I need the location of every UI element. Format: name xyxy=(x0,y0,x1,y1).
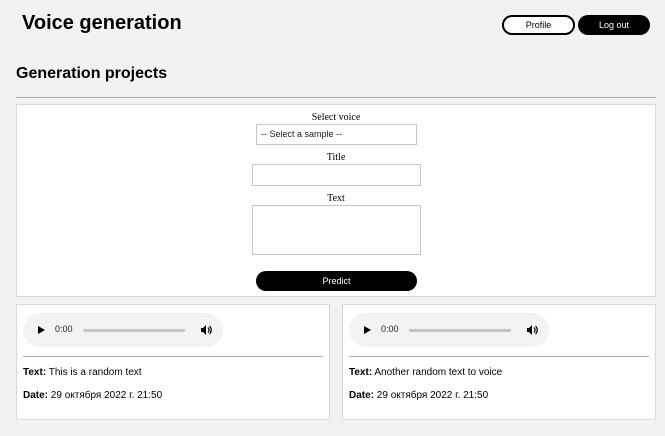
date-value: 29 октября 2022 г. 21:50 xyxy=(376,390,489,401)
audio-time: 0:00 xyxy=(381,324,399,334)
project-card: 0:00 Text: Another random text to voice … xyxy=(342,304,656,420)
project-card: 0:00 Text: This is a random text Date: 2… xyxy=(16,304,330,420)
card-divider xyxy=(23,356,323,357)
text-value: Another random text to voice xyxy=(374,367,503,378)
date-value: 29 октября 2022 г. 21:50 xyxy=(50,390,163,401)
text-key: Text: xyxy=(349,367,373,378)
audio-progress-slider[interactable] xyxy=(409,329,511,332)
text-label: Text xyxy=(327,193,345,204)
predict-button[interactable]: Predict xyxy=(256,271,417,291)
text-key: Text: xyxy=(23,367,47,378)
date-key: Date: xyxy=(23,390,49,401)
section-title: Generation projects xyxy=(16,65,168,82)
card-text: Text: This is a random text xyxy=(23,367,142,378)
text-textarea[interactable] xyxy=(252,205,421,255)
audio-time: 0:00 xyxy=(55,324,73,334)
title-label: Title xyxy=(326,152,346,163)
title-input[interactable] xyxy=(252,164,421,186)
voice-select[interactable]: -- Select a sample -- xyxy=(256,124,417,145)
generation-form: Select voice -- Select a sample -- Title… xyxy=(16,104,656,297)
card-text: Text: Another random text to voice xyxy=(349,367,502,378)
date-key: Date: xyxy=(349,390,375,401)
volume-icon[interactable] xyxy=(200,324,212,336)
card-date: Date: 29 октября 2022 г. 21:50 xyxy=(349,390,488,401)
play-icon[interactable] xyxy=(364,326,371,334)
card-date: Date: 29 октября 2022 г. 21:50 xyxy=(23,390,162,401)
audio-player: 0:00 xyxy=(23,313,223,347)
audio-player: 0:00 xyxy=(349,313,549,347)
voice-label: Select voice xyxy=(311,112,361,123)
text-value: This is a random text xyxy=(48,367,142,378)
profile-button[interactable]: Profile xyxy=(502,15,575,35)
audio-progress-slider[interactable] xyxy=(83,329,185,332)
section-divider xyxy=(16,97,656,98)
logout-button[interactable]: Log out xyxy=(578,15,650,35)
play-icon[interactable] xyxy=(38,326,45,334)
card-divider xyxy=(349,356,649,357)
volume-icon[interactable] xyxy=(526,324,538,336)
app-title: Voice generation xyxy=(22,12,182,34)
